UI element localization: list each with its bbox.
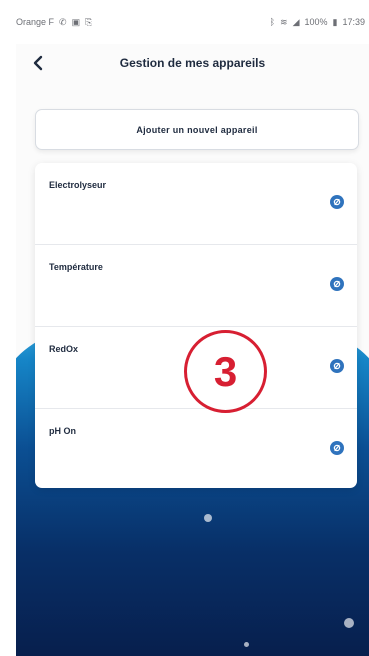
- settings-icon[interactable]: [330, 195, 344, 209]
- back-button[interactable]: [24, 49, 52, 77]
- device-label: pH On: [49, 426, 76, 436]
- device-row-temperature[interactable]: Température: [35, 245, 357, 327]
- cast-icon: ⎘: [85, 16, 93, 27]
- device-label: Température: [49, 262, 103, 272]
- battery-label: 100%: [304, 17, 328, 27]
- add-device-label: Ajouter un nouvel appareil: [136, 124, 258, 135]
- chevron-left-icon: [33, 55, 43, 71]
- app-header: Gestion de mes appareils: [16, 44, 369, 82]
- device-row-electrolyseur[interactable]: Electrolyseur: [35, 163, 357, 245]
- phone-frame: Orange F ✆ ▣ ⎘ ᛒ ≋ ◢ 100% ▮ 17:39 Gestio…: [0, 0, 369, 656]
- bubble: [204, 514, 212, 522]
- carrier-label: Orange F: [16, 17, 55, 27]
- settings-icon[interactable]: [330, 277, 344, 291]
- page-title: Gestion de mes appareils: [119, 56, 266, 70]
- step-number-badge: 3: [184, 330, 267, 413]
- device-row-ph-on[interactable]: pH On: [35, 409, 357, 488]
- status-bar: Orange F ✆ ▣ ⎘ ᛒ ≋ ◢ 100% ▮ 17:39: [16, 0, 369, 44]
- bubble: [344, 618, 354, 628]
- settings-icon[interactable]: [330, 441, 344, 455]
- step-number: 3: [213, 347, 238, 395]
- device-label: Electrolyseur: [49, 180, 107, 190]
- battery-icon: ▮: [332, 16, 338, 27]
- add-device-button[interactable]: Ajouter un nouvel appareil: [35, 109, 359, 150]
- clock-label: 17:39: [342, 17, 365, 27]
- bluetooth-icon: ᛒ: [269, 16, 276, 27]
- bubble: [244, 642, 249, 647]
- app-screen: Gestion de mes appareils Ajouter un nouv…: [16, 44, 369, 656]
- photo-icon: ▣: [71, 16, 81, 27]
- phone-icon: ✆: [59, 16, 67, 27]
- device-label: RedOx: [49, 344, 79, 354]
- settings-icon[interactable]: [330, 359, 344, 373]
- wifi-icon: ≋: [280, 16, 288, 27]
- signal-icon: ◢: [292, 16, 300, 27]
- device-list: Electrolyseur Température RedOx pH On: [35, 163, 357, 488]
